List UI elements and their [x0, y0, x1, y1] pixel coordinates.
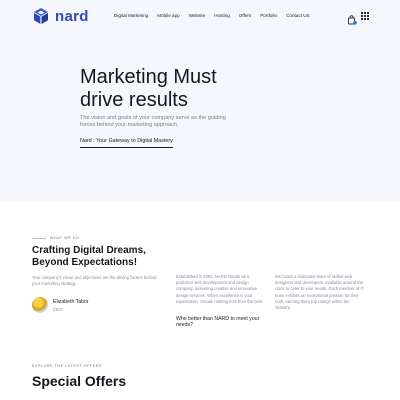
nav-contact-us[interactable]: Contact US	[286, 13, 310, 18]
cart-button[interactable]	[347, 12, 357, 25]
hero-title-line2: drive results	[80, 89, 188, 111]
about-question: Who better than NARD to meet your needs?	[176, 316, 260, 329]
offers-eyebrow: EXPLORE THE LATEST OFFERS	[32, 364, 102, 368]
eyebrow-divider	[32, 237, 46, 239]
person-name: Elizabeth Tabor	[53, 298, 89, 305]
hero-title-line1: Marketing Must	[80, 66, 217, 88]
page: nard Digital Marketing Mobile app Websit…	[0, 0, 400, 400]
offers-title: Special Offers	[32, 373, 127, 389]
hero-subtitle: The vision and goals of your company ser…	[80, 115, 226, 129]
what-we-do-title-line2: Beyond Expectations!	[32, 257, 138, 268]
nav-hosting[interactable]: Hosting	[214, 13, 230, 18]
what-we-do-label: WHAT WE DO	[50, 236, 80, 240]
site-header: nard Digital Marketing Mobile app Websit…	[0, 0, 400, 34]
about-column-3: We boast a dedicated team of skilled web…	[275, 274, 365, 311]
nav-digital-marketing[interactable]: Digital Marketing	[114, 13, 148, 18]
what-we-do-title-line1: Crafting Digital Dreams,	[32, 245, 146, 256]
nav-portfolio[interactable]: Portfolio	[260, 13, 277, 18]
nav-website[interactable]: Website	[189, 13, 206, 18]
nav-mobile-app[interactable]: Mobile app	[157, 13, 179, 18]
hero-cta-link[interactable]: Nard : Your Gateway to Digital Mastery	[80, 138, 173, 148]
nav-offers[interactable]: Offers	[239, 13, 251, 18]
cube-logo-icon	[34, 8, 48, 24]
what-we-do-title: Crafting Digital Dreams, Beyond Expectat…	[32, 245, 172, 269]
about-column-2: Established in 2005, NARD stands as a pr…	[176, 274, 264, 304]
person-role: CEO	[53, 306, 63, 312]
menu-grid-icon[interactable]	[361, 12, 369, 20]
logo[interactable]: nard	[32, 7, 89, 25]
avatar	[32, 297, 48, 313]
testimonial-person: Elizabeth Tabor CEO	[32, 297, 89, 313]
main-nav: Digital Marketing Mobile app Website Hos…	[114, 13, 310, 18]
what-we-do-description: Your company's vision and objectives are…	[32, 275, 157, 286]
hero-section: Marketing Must drive results The vision …	[0, 34, 400, 202]
shopping-bag-icon	[348, 15, 357, 25]
hero-title: Marketing Must drive results	[80, 66, 280, 112]
brand-name: nard	[55, 7, 89, 25]
what-we-do-eyebrow: WHAT WE DO	[32, 236, 79, 240]
